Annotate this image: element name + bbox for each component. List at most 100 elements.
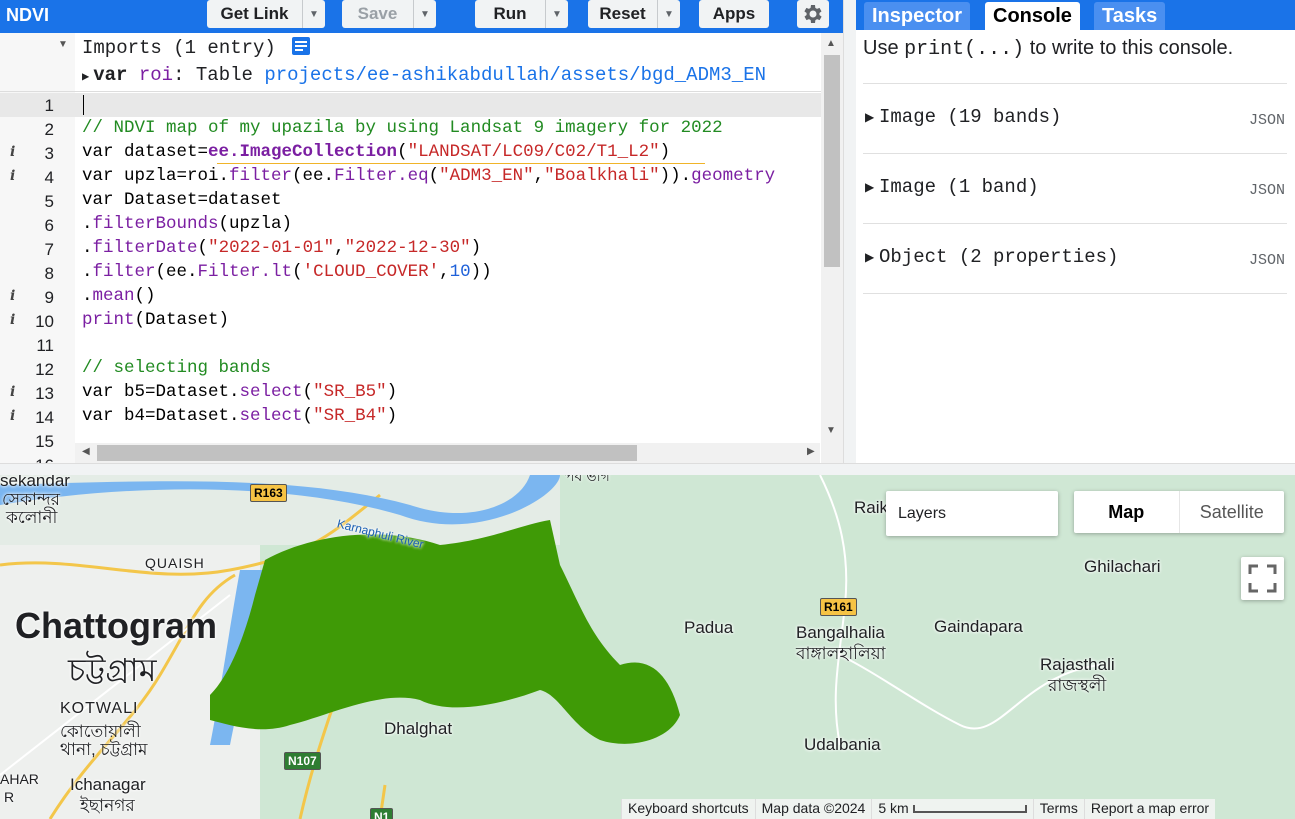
code-line-5[interactable]: var Dataset=dataset [82, 190, 282, 210]
info-icon[interactable]: i [10, 168, 15, 184]
code-line-10[interactable]: print(Dataset) [82, 310, 229, 330]
code-token: , [439, 262, 450, 282]
console-item[interactable]: ▶ Object (2 properties) JSON [863, 224, 1287, 294]
run-label: Run [493, 4, 527, 23]
code-token: () [134, 286, 156, 306]
apps-button[interactable]: Apps [699, 0, 769, 28]
json-button[interactable]: JSON [1249, 112, 1285, 129]
map-canvas[interactable]: sekandar সেকান্দর কলোনী পৰ্ব ভাগ QUAISH … [0, 475, 1295, 819]
right-panel-tabs: Inspector Console Tasks [856, 0, 1295, 30]
code-token: select [239, 406, 303, 426]
map-type-satellite-button[interactable]: Satellite [1178, 491, 1285, 533]
code-token: . [82, 262, 93, 282]
chevron-down-icon[interactable]: ▼ [657, 0, 680, 28]
place-label: Dhalghat [384, 719, 453, 738]
hint-code: print(...) [904, 38, 1025, 61]
code-line-8[interactable]: .filter(ee.Filter.lt('CLOUD_COVER',10)) [82, 262, 492, 282]
code-line-2[interactable]: // NDVI map of my upazila by using Lands… [82, 118, 723, 138]
horizontal-scroll-thumb[interactable] [97, 445, 637, 461]
tab-console[interactable]: Console [985, 2, 1080, 30]
console-item-label[interactable]: Image (1 band) [879, 176, 1039, 198]
ndvi-layer [210, 520, 680, 744]
vertical-splitter[interactable] [843, 0, 857, 463]
info-icon[interactable]: i [10, 288, 15, 304]
import-entry[interactable]: ▶ var roi: Table projects/ee-ashikabdulla… [82, 64, 766, 86]
info-icon[interactable]: i [10, 312, 15, 328]
place-label: KOTWALI [60, 700, 139, 717]
info-icon[interactable]: i [10, 408, 15, 424]
code-line-12[interactable]: // selecting bands [82, 358, 271, 378]
city-label: Chattogram [15, 605, 218, 646]
code-line-13[interactable]: var b5=Dataset.select("SR_B5") [82, 382, 397, 402]
code-token: . [82, 238, 93, 258]
imports-header[interactable]: Imports (1 entry) [82, 36, 311, 59]
expand-triangle-icon[interactable]: ▶ [865, 110, 874, 124]
scroll-left-icon[interactable]: ◀ [82, 446, 90, 457]
code-line-4[interactable]: var upzla=roi.filter(ee.Filter.eq("ADM3_… [82, 166, 775, 186]
code-token: 10 [449, 262, 471, 282]
code-line-7[interactable]: .filterDate("2022-01-01","2022-12-30") [82, 238, 481, 258]
code-token: "2022-12-30" [344, 238, 471, 258]
collapse-icon[interactable]: ▼ [58, 39, 68, 50]
imports-divider [0, 91, 821, 92]
place-label: কলোনী [6, 508, 58, 527]
place-label: Raik [854, 498, 889, 517]
json-button[interactable]: JSON [1249, 182, 1285, 199]
chevron-down-icon[interactable]: ▼ [545, 0, 568, 28]
vertical-scroll-thumb[interactable] [824, 55, 840, 267]
script-title[interactable]: NDVI [6, 5, 49, 26]
line-number: 8 [44, 264, 54, 283]
console-item-label[interactable]: Object (2 properties) [879, 246, 1118, 268]
code-token: "SR_B5" [313, 382, 387, 402]
tab-inspector[interactable]: Inspector [864, 2, 971, 30]
info-icon[interactable]: i [10, 384, 15, 400]
place-label: Rajasthali [1040, 655, 1115, 674]
scale-bar[interactable]: 5 km [871, 799, 1033, 819]
code-token: "SR_B4" [313, 406, 387, 426]
road-badge: N1 [370, 808, 394, 819]
code-token: )). [659, 166, 692, 186]
scroll-right-icon[interactable]: ▶ [807, 446, 815, 457]
console-item[interactable]: ▶ Image (1 band) JSON [863, 154, 1287, 224]
code-token: ) [386, 382, 398, 402]
get-link-button[interactable]: Get Link ▼ [207, 0, 325, 28]
code-token: ( [302, 406, 314, 426]
expand-triangle-icon[interactable]: ▶ [82, 70, 89, 84]
reset-button[interactable]: Reset ▼ [588, 0, 680, 28]
save-button[interactable]: Save ▼ [342, 0, 436, 28]
console-item-label[interactable]: Image (19 bands) [879, 106, 1061, 128]
code-editor[interactable]: ▼ Imports (1 entry) ▶ var roi: Table proj… [0, 33, 843, 463]
code-line-6[interactable]: .filterBounds(upzla) [82, 214, 292, 234]
code-token: ( [292, 262, 303, 282]
terms-link[interactable]: Terms [1032, 799, 1084, 819]
script-icon[interactable] [291, 36, 311, 56]
info-icon[interactable]: i [10, 144, 15, 160]
fullscreen-button[interactable] [1241, 557, 1284, 600]
code-token: (upzla) [218, 214, 293, 234]
keyboard-shortcuts-link[interactable]: Keyboard shortcuts [621, 799, 755, 819]
code-line-3[interactable]: var dataset=ee.ImageCollection("LANDSAT/… [82, 142, 670, 162]
scroll-up-icon[interactable]: ▲ [826, 38, 836, 49]
json-button[interactable]: JSON [1249, 252, 1285, 269]
import-path[interactable]: projects/ee-ashikabdullah/assets/bgd_ADM… [264, 64, 766, 86]
code-token: Filter.eq [334, 166, 429, 186]
code-line-14[interactable]: var b4=Dataset.select("SR_B4") [82, 406, 397, 426]
chevron-down-icon[interactable]: ▼ [302, 0, 325, 28]
code-token: var upzla=roi. [82, 166, 230, 186]
line-number: 3 [44, 144, 54, 163]
place-label: QUAISH [145, 555, 205, 571]
line-number: 2 [44, 120, 54, 139]
code-line-9[interactable]: .mean() [82, 286, 156, 306]
code-token: filterBounds [92, 214, 219, 234]
report-map-error-link[interactable]: Report a map error [1083, 799, 1216, 819]
tab-tasks[interactable]: Tasks [1094, 2, 1166, 30]
console-item[interactable]: ▶ Image (19 bands) JSON [863, 84, 1287, 154]
map-type-map-button[interactable]: Map [1074, 491, 1179, 533]
expand-triangle-icon[interactable]: ▶ [865, 250, 874, 264]
layers-control[interactable]: Layers [886, 491, 1058, 536]
expand-triangle-icon[interactable]: ▶ [865, 180, 874, 194]
run-button[interactable]: Run ▼ [475, 0, 568, 28]
chevron-down-icon[interactable]: ▼ [413, 0, 436, 28]
settings-button[interactable] [797, 0, 829, 28]
scroll-down-icon[interactable]: ▼ [826, 425, 836, 436]
